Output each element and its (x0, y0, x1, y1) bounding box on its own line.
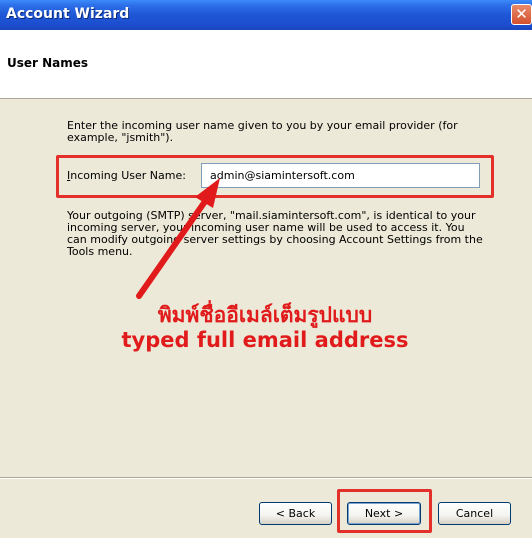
account-wizard-window: Account Wizard ✕ User Names Enter the in… (0, 0, 532, 538)
bottom-separator (0, 477, 532, 479)
arrow-head (195, 178, 220, 208)
cancel-button[interactable]: Cancel (438, 502, 511, 525)
next-button[interactable]: Next > (347, 502, 421, 525)
annotation-english-text: typed full email address (121, 328, 409, 352)
back-button[interactable]: < Back (259, 502, 332, 525)
arrow-shaft (136, 197, 209, 299)
annotation-arrow (136, 178, 220, 299)
